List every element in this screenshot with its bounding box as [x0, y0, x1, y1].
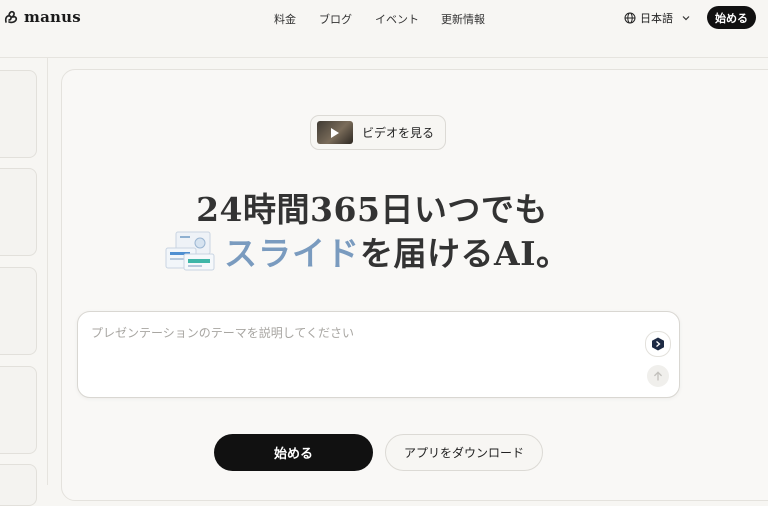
slides-icon	[164, 230, 216, 272]
chevron-down-icon	[682, 16, 690, 21]
watch-video-button[interactable]: ビデオを見る	[310, 115, 446, 150]
prompt-placeholder: プレゼンテーションのテーマを説明してください	[91, 326, 355, 340]
nav-updates[interactable]: 更新情報	[441, 11, 485, 27]
language-selector[interactable]: 日本語	[624, 10, 692, 26]
top-header: manus 料金 ブログ イベント 更新情報 日本語 始める	[0, 0, 768, 36]
download-app-button[interactable]: アプリをダウンロード	[385, 434, 543, 471]
headline-line-1: 24時間365日いつでも	[196, 190, 548, 229]
start-button-header[interactable]: 始める	[707, 6, 756, 29]
video-thumbnail	[317, 121, 353, 144]
nav-blog[interactable]: ブログ	[319, 11, 352, 27]
agent-mode-button[interactable]	[645, 331, 671, 357]
headline-accent: スライド	[224, 234, 360, 273]
start-button[interactable]: 始める	[214, 434, 373, 471]
language-label: 日本語	[640, 12, 673, 25]
headline-line-2: スライド を届けるAI。	[164, 226, 570, 276]
sidebar-thumbnail[interactable]	[0, 267, 37, 355]
send-button[interactable]	[647, 365, 669, 387]
sidebar-thumbnail[interactable]	[0, 366, 37, 454]
column-divider	[47, 58, 48, 485]
globe-icon	[624, 12, 636, 24]
nav-events[interactable]: イベント	[375, 11, 419, 27]
sidebar-thumbnail[interactable]	[0, 464, 37, 506]
prompt-input[interactable]: プレゼンテーションのテーマを説明してください	[77, 311, 680, 398]
watch-video-label: ビデオを見る	[362, 126, 435, 140]
sidebar-thumbnail[interactable]	[0, 70, 37, 158]
nav-pricing[interactable]: 料金	[274, 11, 296, 27]
arrow-up-icon	[654, 371, 662, 381]
headline-rest: を届けるAI。	[360, 234, 570, 273]
cube-icon	[652, 337, 664, 351]
play-icon	[331, 128, 339, 138]
header-divider	[0, 57, 768, 58]
